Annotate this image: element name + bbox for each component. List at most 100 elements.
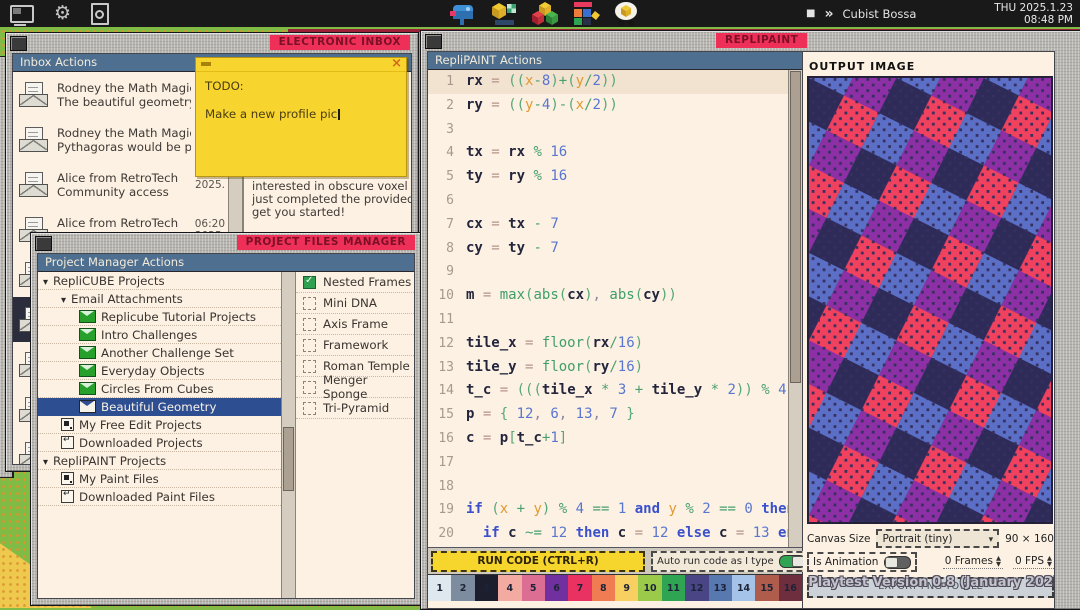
code-line[interactable]: 1rx = ((x-8)+(y/2)) bbox=[428, 70, 802, 94]
code-line[interactable]: 6 bbox=[428, 189, 802, 213]
palette-swatch-12[interactable]: 12 bbox=[685, 575, 708, 601]
fps-stepper[interactable]: 0 FPS bbox=[1013, 555, 1054, 569]
tree-item-project[interactable]: Another Challenge Set bbox=[38, 344, 281, 362]
palette-swatch-2[interactable]: 2 bbox=[451, 575, 474, 601]
code-line[interactable]: 14t_c = (((tile_x * 3 + tile_y * 2)) % 4… bbox=[428, 379, 802, 403]
autorun-toggle[interactable] bbox=[779, 555, 806, 568]
chevron-down-icon[interactable] bbox=[61, 292, 66, 306]
scrollbar-handle[interactable] bbox=[790, 71, 801, 383]
canvas-size-dropdown[interactable]: Portrait (tiny) bbox=[876, 529, 999, 548]
file-item[interactable]: Tri-Pyramid bbox=[296, 398, 414, 419]
checkbox[interactable] bbox=[303, 297, 316, 310]
code-line[interactable]: 2ry = ((y-4)-(x/2)) bbox=[428, 94, 802, 118]
palette-swatch-15[interactable]: 15 bbox=[755, 575, 778, 601]
palette-swatch-8[interactable]: 8 bbox=[592, 575, 615, 601]
code-line[interactable]: 12tile_x = floor(rx/16) bbox=[428, 332, 802, 356]
tree-item-project[interactable]: Replicube Tutorial Projects bbox=[38, 308, 281, 326]
palette-swatch-9[interactable]: 9 bbox=[615, 575, 638, 601]
system-monitor-icon[interactable] bbox=[10, 5, 34, 23]
code-line[interactable]: 9 bbox=[428, 260, 802, 284]
replipaint-actions-menu[interactable]: RepliPAINT Actions bbox=[428, 52, 802, 70]
frames-stepper[interactable]: 0 Frames bbox=[943, 555, 1003, 569]
palette-swatch-11[interactable]: 11 bbox=[662, 575, 685, 601]
tree-item-replipaint-projects[interactable]: RepliPAINT Projects bbox=[38, 452, 281, 470]
export-png-button[interactable]: EXPORT PNG TO FILE Playtest Version 0.8 … bbox=[807, 577, 1054, 598]
code-line[interactable]: 7cx = tx - 7 bbox=[428, 213, 802, 237]
tree-item-folder[interactable]: My Paint Files bbox=[38, 470, 281, 488]
file-item[interactable]: Nested Frames bbox=[296, 272, 414, 293]
tree-item-email-attachments[interactable]: Email Attachments bbox=[38, 290, 281, 308]
music-stop-icon[interactable]: ■ bbox=[806, 8, 815, 19]
notes-file-icon[interactable] bbox=[91, 3, 109, 25]
tree-scrollbar[interactable] bbox=[281, 272, 296, 598]
tree-item-replicube-projects[interactable]: RepliCUBE Projects bbox=[38, 272, 281, 290]
code-line[interactable]: 8cy = ty - 7 bbox=[428, 237, 802, 261]
code-line[interactable]: 10m = max(abs(cx), abs(cy)) bbox=[428, 284, 802, 308]
tree-item-project[interactable]: Everyday Objects bbox=[38, 362, 281, 380]
pm-titlebar[interactable]: PROJECT FILES MANAGER bbox=[31, 233, 421, 253]
code-line[interactable]: 20 if c ~= 12 then c = 12 else c = 13 en… bbox=[428, 522, 802, 546]
animation-toggle[interactable] bbox=[884, 556, 911, 569]
inbox-titlebar[interactable]: ELECTRONIC INBOX bbox=[6, 33, 418, 53]
code-line[interactable]: 4tx = rx % 16 bbox=[428, 141, 802, 165]
palette-swatch-13[interactable]: 13 bbox=[709, 575, 732, 601]
autorun-control[interactable]: Auto run code as I type bbox=[651, 551, 812, 572]
checkbox[interactable] bbox=[303, 339, 316, 352]
tree-item-folder[interactable]: Downloaded Paint Files bbox=[38, 488, 281, 506]
window-menu-button[interactable] bbox=[425, 34, 442, 49]
checkbox-checked[interactable] bbox=[303, 276, 316, 289]
tree-item-folder[interactable]: Downloaded Projects bbox=[38, 434, 281, 452]
app-icon-cubes[interactable] bbox=[531, 1, 559, 27]
music-skip-icon[interactable]: » bbox=[824, 6, 833, 22]
scrollbar-handle[interactable] bbox=[283, 427, 294, 491]
checkbox[interactable] bbox=[303, 360, 316, 373]
palette-swatch-7[interactable]: 7 bbox=[568, 575, 591, 601]
palette-swatch-3[interactable]: 3 bbox=[475, 575, 498, 601]
decrement-icon[interactable] bbox=[996, 561, 1001, 567]
app-icon-cube-check[interactable] bbox=[490, 1, 518, 27]
code-line[interactable]: 19if (x + y) % 4 == 1 and y % 2 == 0 the… bbox=[428, 498, 802, 522]
sticky-note[interactable]: × TODO: Make a new profile pic bbox=[195, 57, 407, 177]
editor-scrollbar[interactable] bbox=[788, 70, 802, 547]
palette-swatch-6[interactable]: 6 bbox=[545, 575, 568, 601]
app-icon-mailbox[interactable] bbox=[447, 1, 477, 27]
palette-swatch-1[interactable]: 1 bbox=[428, 575, 451, 601]
window-menu-button[interactable] bbox=[35, 236, 52, 251]
decrement-icon[interactable] bbox=[1047, 561, 1052, 567]
code-line[interactable]: 13tile_y = floor(ry/16) bbox=[428, 356, 802, 380]
tree-item-project-selected[interactable]: Beautiful Geometry bbox=[38, 398, 281, 416]
checkbox[interactable] bbox=[303, 402, 316, 415]
chevron-down-icon[interactable] bbox=[43, 454, 48, 468]
close-icon[interactable]: × bbox=[391, 57, 402, 71]
tree-item-folder[interactable]: My Free Edit Projects bbox=[38, 416, 281, 434]
project-manager-actions-menu[interactable]: Project Manager Actions bbox=[38, 254, 414, 272]
code-line[interactable]: 3 bbox=[428, 118, 802, 142]
is-animation-control[interactable]: Is Animation bbox=[807, 552, 917, 572]
code-line[interactable]: 18 bbox=[428, 475, 802, 499]
code-line[interactable]: 11 bbox=[428, 308, 802, 332]
note-menu-icon[interactable] bbox=[201, 62, 211, 66]
code-editor[interactable]: 1rx = ((x-8)+(y/2))2ry = ((y-4)-(x/2))34… bbox=[428, 70, 802, 547]
chevron-down-icon[interactable] bbox=[43, 274, 48, 288]
palette-swatch-14[interactable]: 14 bbox=[732, 575, 755, 601]
file-item[interactable]: Mini DNA bbox=[296, 293, 414, 314]
note-line2[interactable]: Make a new profile pic bbox=[205, 107, 397, 122]
checkbox[interactable] bbox=[303, 381, 316, 394]
palette-swatch-10[interactable]: 10 bbox=[638, 575, 661, 601]
settings-gear-icon[interactable] bbox=[54, 4, 71, 23]
code-line[interactable]: 15p = { 12, 6, 13, 7 } bbox=[428, 403, 802, 427]
file-item[interactable]: Framework bbox=[296, 335, 414, 356]
sticky-note-titlebar[interactable]: × bbox=[196, 58, 406, 72]
palette-swatch-16[interactable]: 16 bbox=[779, 575, 802, 601]
tree-item-project[interactable]: Circles From Cubes bbox=[38, 380, 281, 398]
palette-swatch-5[interactable]: 5 bbox=[522, 575, 545, 601]
replipaint-titlebar[interactable]: REPLIPAINT bbox=[421, 31, 1080, 51]
code-line[interactable]: 5ty = ry % 16 bbox=[428, 165, 802, 189]
file-item[interactable]: Menger Sponge bbox=[296, 377, 414, 398]
tree-item-project[interactable]: Intro Challenges bbox=[38, 326, 281, 344]
run-code-button[interactable]: RUN CODE (CTRL+R) bbox=[431, 551, 645, 572]
checkbox[interactable] bbox=[303, 318, 316, 331]
window-menu-button[interactable] bbox=[10, 36, 27, 51]
palette-swatch-4[interactable]: 4 bbox=[498, 575, 521, 601]
code-line[interactable]: 17 bbox=[428, 451, 802, 475]
